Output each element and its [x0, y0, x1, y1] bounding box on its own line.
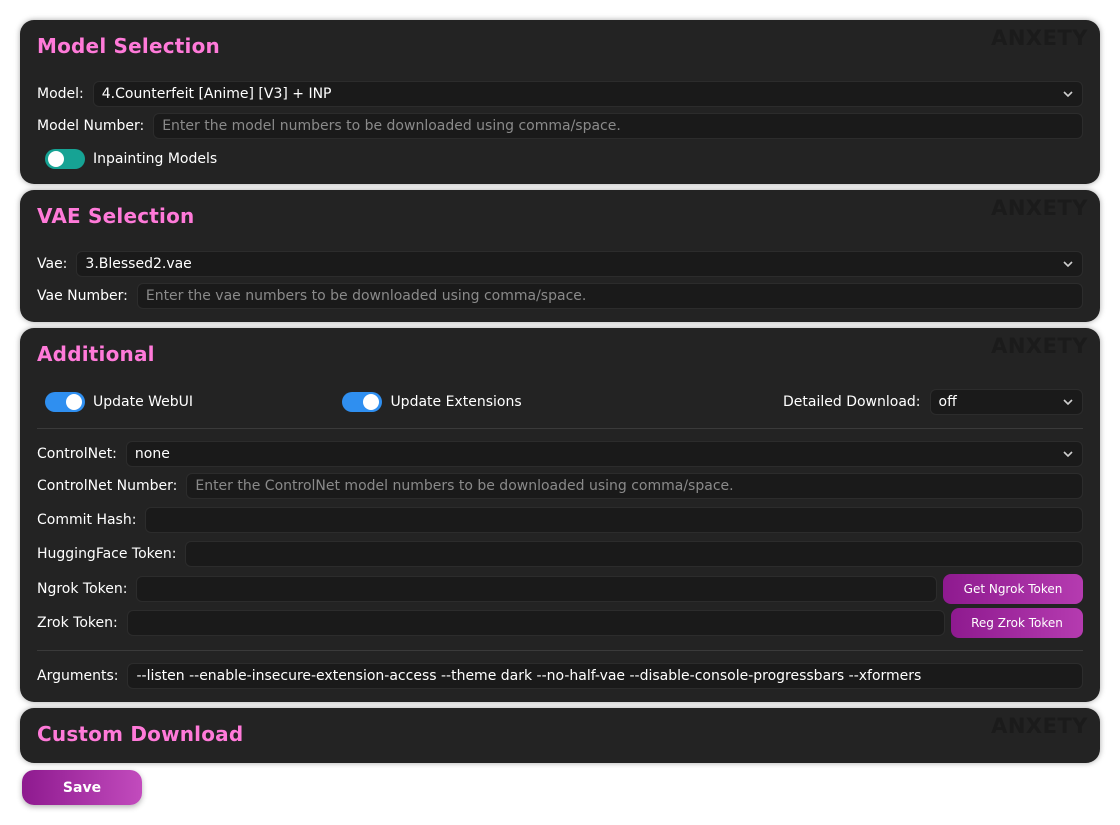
inpainting-label: Inpainting Models — [93, 151, 218, 167]
model-select-value: 4.Counterfeit [Anime] [V3] + INP — [101, 86, 332, 102]
commit-hash-input[interactable] — [145, 507, 1083, 533]
controlnet-select-value: none — [134, 446, 170, 462]
model-row: Model: 4.Counterfeit [Anime] [V3] + INP — [37, 80, 1083, 108]
inpainting-toggle-group: Inpainting Models — [37, 149, 217, 169]
additional-panel: Additional ANXETY Update WebUI Update Ex… — [20, 328, 1100, 702]
commit-hash-row: Commit Hash: — [37, 506, 1083, 534]
commit-hash-label: Commit Hash: — [37, 512, 137, 528]
controlnet-number-input[interactable] — [186, 473, 1083, 499]
controlnet-number-label: ControlNet Number: — [37, 478, 178, 494]
additional-title: Additional — [37, 342, 155, 366]
detailed-download-value: off — [938, 394, 957, 410]
inpainting-toggle[interactable] — [45, 149, 85, 169]
vae-number-input[interactable] — [136, 283, 1083, 309]
zrok-token-input[interactable] — [126, 610, 945, 636]
vae-row: Vae: 3.Blessed2.vae — [37, 250, 1083, 278]
detailed-download-select[interactable]: off — [929, 389, 1083, 415]
divider — [37, 428, 1083, 429]
model-select[interactable]: 4.Counterfeit [Anime] [V3] + INP — [92, 81, 1083, 107]
arguments-row: Arguments: — [37, 662, 1083, 690]
model-number-row: Model Number: — [37, 112, 1083, 140]
ngrok-label: Ngrok Token: — [37, 581, 128, 597]
settings-page: Model Selection ANXETY Model: 4.Counterf… — [0, 0, 1120, 825]
toggle-knob — [48, 151, 64, 167]
zrok-label: Zrok Token: — [37, 615, 118, 631]
vae-select[interactable]: 3.Blessed2.vae — [76, 251, 1083, 277]
model-selection-panel: Model Selection ANXETY Model: 4.Counterf… — [20, 20, 1100, 184]
update-extensions-toggle[interactable] — [342, 392, 383, 412]
ngrok-token-input[interactable] — [136, 576, 937, 602]
save-button[interactable]: Save — [22, 770, 142, 805]
controlnet-label: ControlNet: — [37, 446, 117, 462]
vae-number-label: Vae Number: — [37, 288, 128, 304]
update-webui-toggle-group: Update WebUI — [37, 392, 193, 412]
update-extensions-toggle-group: Update Extensions — [334, 392, 522, 412]
model-number-label: Model Number: — [37, 118, 145, 134]
model-selection-title: Model Selection — [37, 34, 220, 58]
hf-token-label: HuggingFace Token: — [37, 546, 177, 562]
model-number-input[interactable] — [153, 113, 1083, 139]
model-label: Model: — [37, 86, 84, 102]
reg-zrok-token-button[interactable]: Reg Zrok Token — [951, 608, 1083, 638]
vae-number-row: Vae Number: — [37, 282, 1083, 310]
hf-token-input[interactable] — [185, 541, 1083, 567]
custom-download-panel[interactable]: Custom Download ANXETY — [20, 708, 1100, 763]
detailed-download-label: Detailed Download: — [783, 394, 921, 410]
toggle-knob — [66, 394, 82, 410]
watermark: ANXETY — [991, 196, 1088, 220]
vae-selection-panel: VAE Selection ANXETY Vae: 3.Blessed2.vae… — [20, 190, 1100, 322]
custom-download-title: Custom Download — [37, 722, 244, 746]
ngrok-row: Ngrok Token: Get Ngrok Token — [37, 573, 1083, 605]
vae-select-value: 3.Blessed2.vae — [85, 256, 192, 272]
watermark: ANXETY — [991, 26, 1088, 50]
update-webui-toggle[interactable] — [45, 392, 85, 412]
chevron-down-icon — [1062, 258, 1074, 270]
vae-selection-title: VAE Selection — [37, 204, 195, 228]
chevron-down-icon — [1062, 88, 1074, 100]
watermark: ANXETY — [991, 334, 1088, 358]
update-options-row: Update WebUI Update Extensions Detailed … — [37, 388, 1083, 416]
update-webui-label: Update WebUI — [93, 394, 194, 410]
divider — [37, 650, 1083, 651]
toggle-knob — [363, 394, 380, 410]
chevron-down-icon — [1062, 448, 1074, 460]
get-ngrok-token-button[interactable]: Get Ngrok Token — [943, 574, 1083, 604]
controlnet-row: ControlNet: none — [37, 440, 1083, 468]
chevron-down-icon — [1062, 396, 1074, 408]
hf-token-row: HuggingFace Token: — [37, 540, 1083, 568]
zrok-row: Zrok Token: Reg Zrok Token — [37, 607, 1083, 639]
controlnet-select[interactable]: none — [125, 441, 1083, 467]
inpainting-row: Inpainting Models — [37, 145, 1083, 173]
arguments-label: Arguments: — [37, 668, 119, 684]
controlnet-number-row: ControlNet Number: — [37, 472, 1083, 500]
watermark: ANXETY — [991, 714, 1088, 738]
vae-label: Vae: — [37, 256, 68, 272]
arguments-input[interactable] — [127, 663, 1083, 689]
update-extensions-label: Update Extensions — [390, 394, 522, 410]
detailed-download-group: Detailed Download: off — [783, 389, 1083, 415]
